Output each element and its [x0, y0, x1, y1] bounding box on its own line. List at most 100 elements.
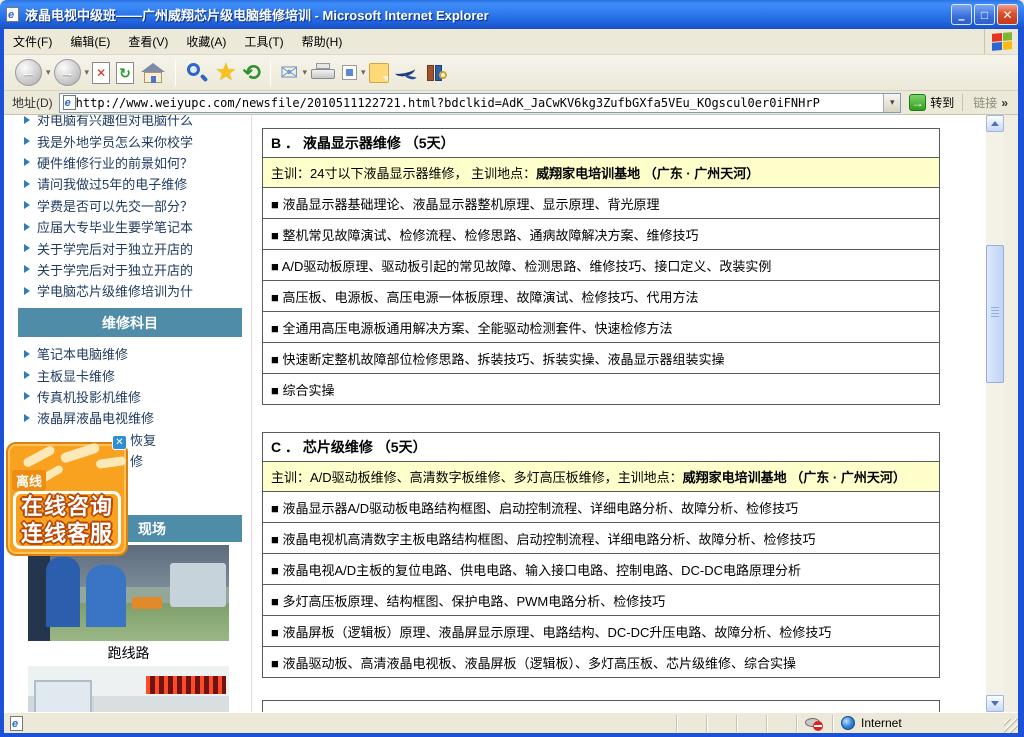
sidebar-item-faq[interactable]: 我是外地学员怎么来你校学	[18, 130, 246, 151]
window-border-bottom	[0, 733, 1024, 737]
menu-tools[interactable]: 工具(T)	[235, 29, 292, 54]
back-button[interactable]: ←	[12, 57, 45, 89]
bullet-icon	[24, 116, 30, 124]
sidebar-item-faq[interactable]: 应届大专毕业生要学笔记本	[18, 216, 246, 237]
go-arrow-icon: →	[909, 94, 926, 111]
print-button[interactable]	[307, 57, 339, 89]
sidebar-item-faq[interactable]: 关于学完后对于独立开店的	[18, 237, 246, 258]
zone-label: Internet	[861, 716, 902, 730]
search-button[interactable]	[182, 57, 212, 89]
close-button[interactable]: ✕	[997, 4, 1018, 25]
url-text[interactable]: http://www.weiyupc.com/newsfile/20105111…	[76, 96, 820, 110]
sidebar-item-subject[interactable]: 传真机投影机维修	[18, 386, 246, 407]
maximize-button[interactable]: □	[974, 4, 995, 25]
bullet-icon	[24, 201, 30, 209]
table-row: ■ 液晶显示器A/D驱动板电路结构框图、启动控制流程、详细电路分析、故障分析、检…	[263, 491, 939, 522]
ad-line2: 连线客服	[21, 520, 113, 547]
windows-logo	[984, 29, 1018, 54]
go-button[interactable]: → 转到	[901, 94, 962, 111]
menu-edit[interactable]: 编辑(E)	[61, 29, 119, 54]
bullet-icon	[24, 244, 30, 252]
scrollbar-thumb[interactable]	[986, 245, 1004, 383]
ad-line1: 在线咨询	[21, 493, 113, 520]
home-button[interactable]	[137, 57, 169, 89]
table-row: ■ 多灯高压板原理、结构框图、保护电路、PWM电路分析、检修技巧	[263, 584, 939, 615]
sidebar-item-faq[interactable]: 关于学完后对于独立开店的	[18, 259, 246, 280]
online-service-ad[interactable]: 离线 在线咨询 连线客服	[6, 442, 128, 556]
refresh-button[interactable]: ↻	[113, 57, 137, 89]
menu-help[interactable]: 帮助(H)	[293, 29, 352, 54]
sidebar-item-faq[interactable]: 学电脑芯片级维修培训为什	[18, 280, 246, 301]
window-title: 液晶电视中级班——广州威翔芯片级电脑维修培训 - Microsoft Inter…	[25, 5, 951, 24]
title-bar: e 液晶电视中级班——广州威翔芯片级电脑维修培训 - Microsoft Int…	[0, 0, 1024, 29]
scroll-up-button[interactable]	[986, 115, 1004, 132]
bullet-icon	[24, 137, 30, 145]
training-photo-classroom	[28, 666, 229, 712]
sidebar-item-subject[interactable]: 液晶屏液晶电视维修	[18, 407, 246, 428]
toolbar-separator	[175, 60, 176, 86]
messenger-button[interactable]	[392, 57, 422, 89]
table-c-header: C ． 芯片级维修 （5天）	[263, 433, 939, 461]
address-dropdown[interactable]: ▾	[883, 94, 900, 112]
links-chevron-icon: »	[1001, 96, 1008, 110]
stop-icon: ✕	[92, 62, 110, 84]
faq-list: 对电脑有兴趣但对电脑什么 我是外地学员怎么来你校学 硬件维修行业的前景如何？ 请…	[18, 115, 246, 302]
globe-icon	[841, 716, 855, 730]
window-border-right	[1018, 29, 1024, 737]
status-pane	[706, 715, 736, 732]
table-row: ■ 液晶电视A/D主板的复位电路、供电电路、输入接口电路、控制电路、DC-DC电…	[263, 553, 939, 584]
ad-text-panel[interactable]: 在线咨询 连线客服	[13, 491, 121, 549]
sidebar-item-faq[interactable]: 请问我做过5年的电子维修	[18, 173, 246, 194]
table-row: ■ 高压板、电源板、高压电源一体板原理、故障演试、检修技巧、代用方法	[263, 280, 939, 311]
address-input[interactable]: e http://www.weiyupc.com/newsfile/201051…	[59, 93, 902, 113]
table-row: ■ 快速断定整机故障部位检修思路、拆装技巧、拆装实操、液晶显示器组装实操	[263, 342, 939, 373]
table-c-subheader: 主训：A/D驱动板维修、高清数字板维修、多灯高压板维修，主训地点：威翔家电培训基…	[263, 461, 939, 491]
favorites-button[interactable]: ★	[212, 57, 240, 89]
resize-grip[interactable]	[1004, 719, 1018, 733]
arrow-down-icon	[991, 701, 999, 706]
address-bar: 地址(D) e http://www.weiyupc.com/newsfile/…	[4, 91, 1018, 115]
status-pane	[766, 715, 796, 732]
mail-icon: ✉	[280, 62, 298, 84]
search-icon	[185, 61, 209, 85]
training-photo-workbench	[28, 545, 229, 641]
minimize-button[interactable]: –	[951, 4, 972, 25]
sidebar-section-repair-subjects: 维修科目	[18, 308, 242, 337]
sidebar-item-faq[interactable]: 学费是否可以先交一部分？	[18, 195, 246, 216]
messenger-bird-icon	[395, 64, 419, 82]
links-label: 链接	[973, 94, 997, 111]
status-main-pane: e	[4, 716, 676, 731]
sidebar-item-subject[interactable]: 笔记本电脑维修	[18, 343, 246, 364]
bullet-icon	[24, 350, 30, 358]
history-button[interactable]: ⟲	[240, 57, 264, 89]
table-row: ■ 液晶驱动板、高清液晶电视板、液晶屏板（逻辑板）、多灯高压板、芯片级维修、综合…	[263, 646, 939, 677]
table-b-header: B ． 液晶显示器维修 （5天）	[263, 129, 939, 157]
forward-button[interactable]: →	[51, 57, 84, 89]
print-icon	[310, 63, 336, 83]
note-icon	[369, 63, 389, 83]
address-label: 地址(D)	[12, 94, 53, 111]
stop-button[interactable]: ✕	[89, 57, 113, 89]
back-icon: ←	[15, 59, 42, 86]
course-table-c: C ． 芯片级维修 （5天） 主训：A/D驱动板维修、高清数字板维修、多灯高压板…	[262, 432, 940, 678]
dictionary-button[interactable]	[422, 57, 452, 89]
vertical-scrollbar[interactable]	[986, 115, 1004, 712]
edit-button[interactable]	[339, 57, 360, 89]
links-button[interactable]: 链接 »	[962, 94, 1014, 111]
discuss-button[interactable]	[366, 57, 392, 89]
sidebar-item-faq[interactable]: 对电脑有兴趣但对电脑什么	[18, 115, 246, 130]
menu-file[interactable]: 文件(F)	[4, 29, 61, 54]
photo-caption: 跑线路	[28, 643, 229, 663]
home-icon	[140, 61, 166, 85]
scroll-down-button[interactable]	[986, 695, 1004, 712]
sidebar-item-subject[interactable]: 主板显卡维修	[18, 364, 246, 385]
table-row: ■ 整机常见故障演试、检修流程、检修思路、通病故障解决方案、维修技巧	[263, 218, 939, 249]
status-bar: e Internet	[4, 712, 1018, 733]
ad-close-button[interactable]: ✕	[112, 435, 127, 450]
menu-view[interactable]: 查看(V)	[119, 29, 177, 54]
mail-button[interactable]: ✉	[277, 57, 301, 89]
sidebar-item-faq[interactable]: 硬件维修行业的前景如何？	[18, 152, 246, 173]
bullet-icon	[24, 414, 30, 422]
course-table-b: B ． 液晶显示器维修 （5天） 主训：24寸以下液晶显示器维修， 主训地点：威…	[262, 128, 940, 405]
menu-favorites[interactable]: 收藏(A)	[177, 29, 235, 54]
